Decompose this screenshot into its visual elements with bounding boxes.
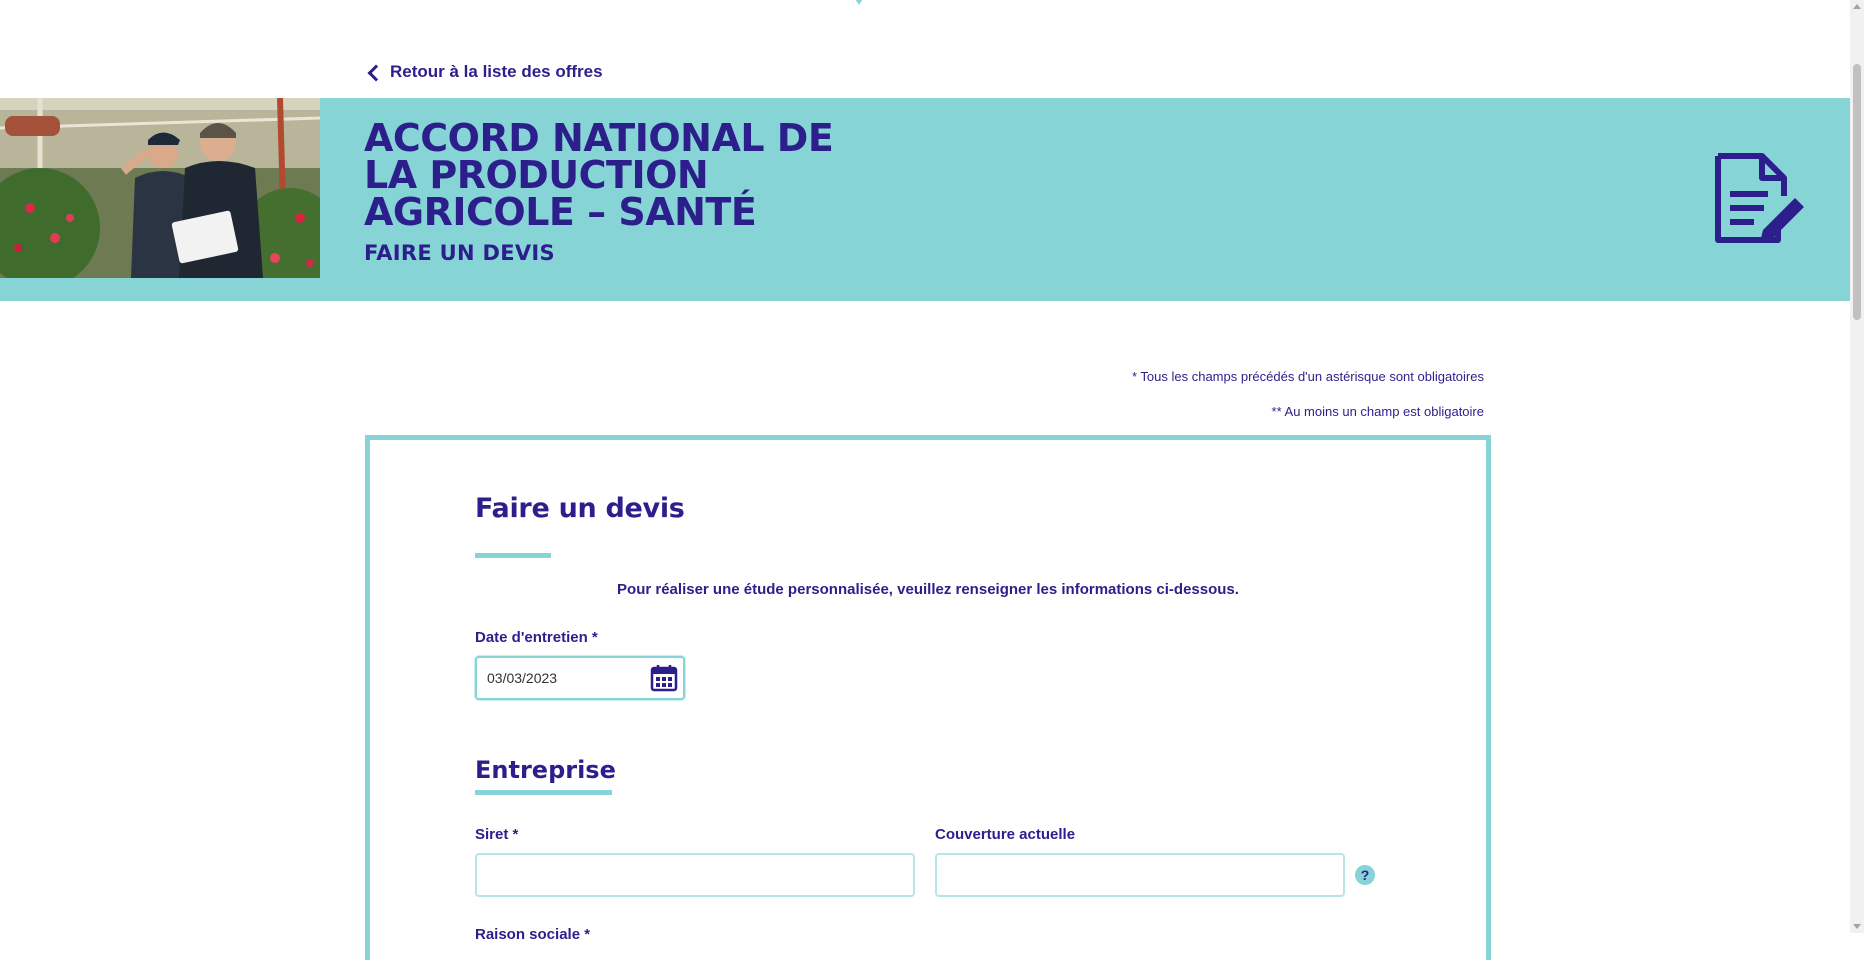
greenhouse-photo-image: [0, 98, 320, 278]
offer-banner: ACCORD NATIONAL DE LA PRODUCTION AGRICOL…: [0, 98, 1850, 301]
siret-label: Siret *: [475, 826, 519, 843]
page-scrollbar[interactable]: [1850, 0, 1864, 933]
form-title: Faire un devis: [475, 493, 685, 524]
company-section-title: Entreprise: [475, 756, 616, 784]
page-title: ACCORD NATIONAL DE LA PRODUCTION AGRICOL…: [364, 116, 834, 234]
company-section-underline: [475, 790, 612, 795]
header-dropdown-caret: [852, 0, 866, 5]
back-link-label: Retour à la liste des offres: [390, 62, 603, 81]
calendar-icon[interactable]: [650, 664, 678, 692]
interview-date-field: [475, 656, 685, 700]
banner-titles: ACCORD NATIONAL DE LA PRODUCTION AGRICOL…: [364, 116, 884, 265]
scrollbar-thumb[interactable]: [1853, 64, 1861, 320]
help-icon[interactable]: ?: [1355, 865, 1375, 885]
siret-input[interactable]: [475, 853, 915, 897]
back-to-offers-link[interactable]: Retour à la liste des offres: [367, 60, 603, 84]
interview-date-label: Date d'entretien *: [475, 629, 598, 646]
current-coverage-label: Couverture actuelle: [935, 826, 1076, 843]
quote-form-card: Faire un devis Pour réaliser une étude p…: [365, 435, 1491, 960]
page-subtitle: FAIRE UN DEVIS: [364, 241, 555, 265]
company-name-label: Raison sociale *: [475, 926, 591, 943]
form-intro-text: Pour réaliser une étude personnalisée, v…: [617, 581, 1239, 598]
scroll-up-arrow-icon[interactable]: [1853, 4, 1861, 9]
banner-photo: [0, 98, 320, 278]
interview-date-input[interactable]: [487, 658, 637, 698]
at-least-one-field-note: ** Au moins un champ est obligatoire: [1271, 404, 1484, 419]
scroll-down-arrow-icon[interactable]: [1853, 924, 1861, 929]
chevron-left-icon: [367, 64, 385, 81]
document-edit-icon: [1715, 153, 1804, 243]
current-coverage-input[interactable]: [935, 853, 1345, 897]
form-title-underline: [475, 553, 551, 558]
required-fields-note: * Tous les champs précédés d'un astérisq…: [1131, 369, 1484, 384]
